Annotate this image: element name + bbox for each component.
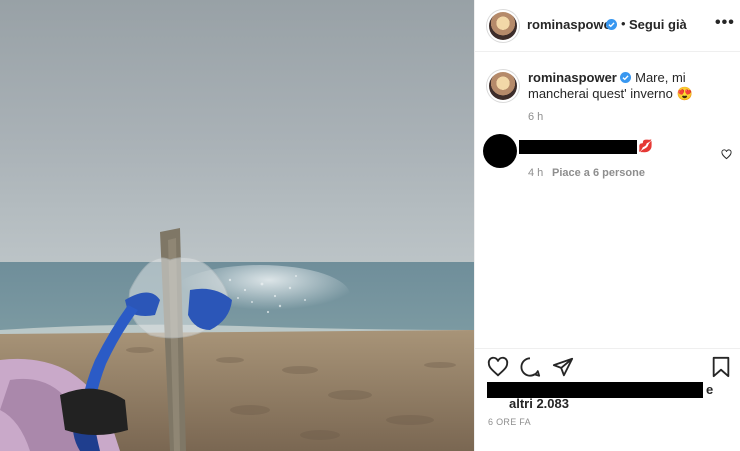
likes-suffix: e bbox=[706, 382, 714, 397]
caption: rominaspower Mare, mi mancherai quest' i… bbox=[528, 70, 728, 102]
heart-icon[interactable] bbox=[487, 356, 509, 378]
avatar[interactable] bbox=[489, 12, 517, 40]
small-heart-icon[interactable] bbox=[721, 149, 732, 160]
paper-plane-icon[interactable] bbox=[552, 356, 574, 378]
redacted-avatar[interactable] bbox=[483, 134, 517, 168]
bookmark-icon[interactable] bbox=[711, 356, 731, 378]
verified-badge-icon bbox=[606, 19, 617, 30]
beach-photo bbox=[0, 0, 474, 451]
post-time-ago[interactable]: 6 ORE FA bbox=[488, 417, 531, 427]
header-username[interactable]: rominaspower bbox=[527, 17, 616, 32]
post-sidebar: rominaspower • Segui già ••• rominaspowe… bbox=[474, 0, 740, 451]
divider bbox=[475, 348, 740, 349]
comment-time[interactable]: 4 h bbox=[528, 167, 543, 179]
caption-username[interactable]: rominaspower bbox=[528, 70, 617, 85]
more-options-icon[interactable]: ••• bbox=[715, 14, 735, 32]
caption-avatar[interactable] bbox=[489, 72, 517, 100]
redacted-comment bbox=[519, 140, 637, 154]
caption-time[interactable]: 6 h bbox=[528, 111, 543, 123]
post-photo[interactable] bbox=[0, 0, 474, 451]
post-header: rominaspower • Segui già ••• bbox=[475, 0, 740, 52]
comment-emoji: 💋 bbox=[638, 139, 653, 153]
follow-button[interactable]: Segui già bbox=[629, 17, 687, 32]
likes-count[interactable]: altri 2.083 bbox=[509, 396, 569, 411]
comment-likes[interactable]: Piace a 6 persone bbox=[552, 167, 645, 179]
verified-badge-icon bbox=[620, 72, 632, 83]
follow-separator: • bbox=[621, 16, 626, 31]
caption-emoji: 😍 bbox=[676, 86, 693, 101]
comment-icon[interactable] bbox=[519, 356, 541, 378]
